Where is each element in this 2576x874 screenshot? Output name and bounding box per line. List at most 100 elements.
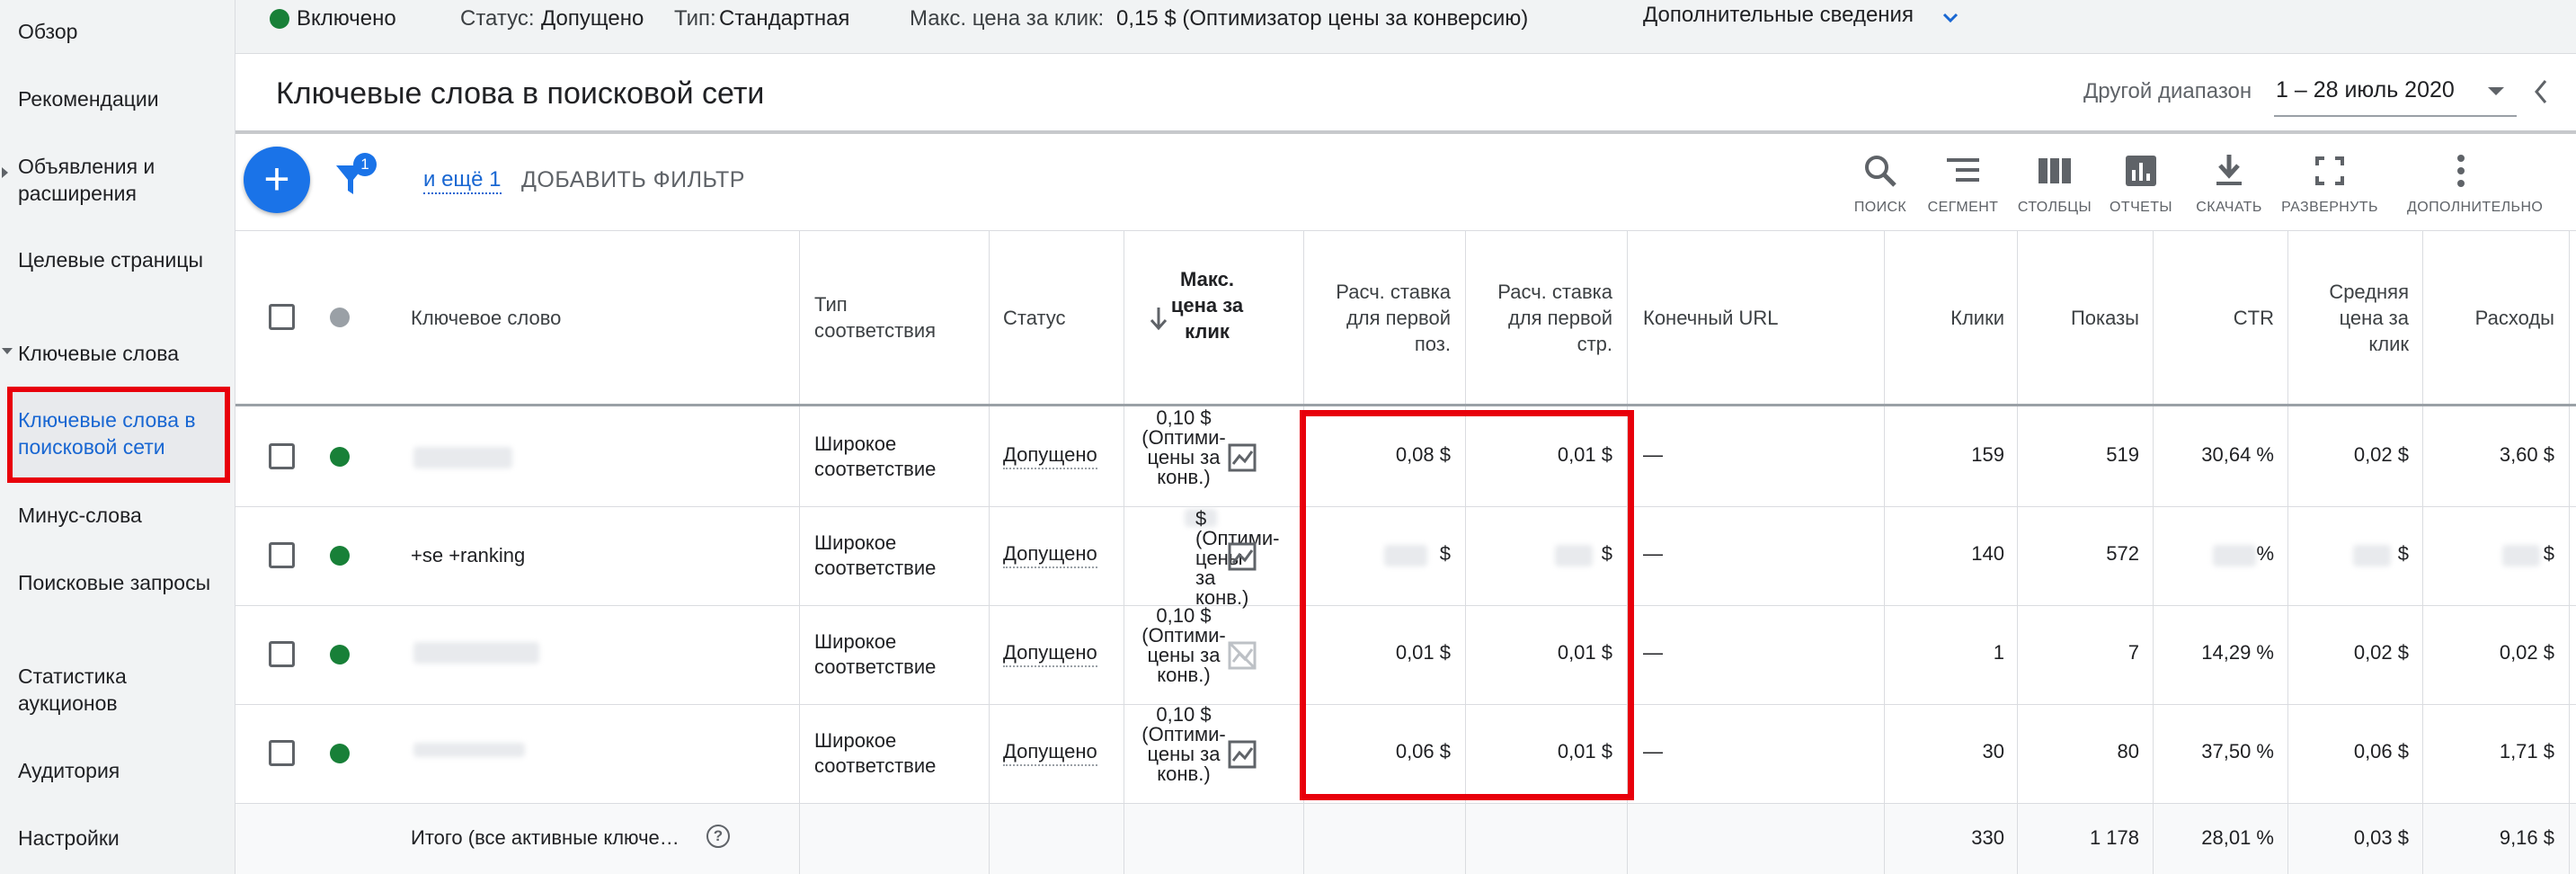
type-value: Стандартная <box>719 6 850 31</box>
status-cell: Допущено <box>1003 739 1097 766</box>
col-header-match-type[interactable]: Тип соответствия <box>814 291 949 343</box>
status-cell: Допущено <box>1003 541 1097 568</box>
sidebar-item-search-terms[interactable]: Поисковые запросы <box>18 569 225 596</box>
bid-strategy-chart-icon[interactable] <box>1227 739 1257 770</box>
sidebar-item-audiences[interactable]: Аудитория <box>18 757 225 784</box>
chevron-left-icon[interactable] <box>2527 76 2554 108</box>
avg-cpc-cell: 0,02 $ <box>2353 641 2409 664</box>
row-checkbox[interactable] <box>269 641 295 667</box>
total-clicks: 330 <box>1971 826 2004 849</box>
status-enabled-dot <box>270 9 289 29</box>
ctr-cell: 37,50 % <box>2201 740 2274 763</box>
page-title: Ключевые слова в поисковой сети <box>276 76 765 111</box>
sidebar-item-ads[interactable]: Объявления и расширения <box>18 153 225 207</box>
more-vert-icon <box>2457 155 2465 187</box>
col-header-first-page-bid[interactable]: Расч. ставка для первой стр. <box>1474 279 1612 357</box>
expand-tool[interactable]: РАЗВЕРНУТЬ <box>2276 151 2384 216</box>
final-url-cell: — <box>1643 740 1663 763</box>
status-header-dot <box>330 308 350 327</box>
sidebar-item-auction-insights[interactable]: Статистика аукционов <box>18 663 225 717</box>
col-header-max-cpc[interactable]: Макс. цена за клик <box>1168 266 1246 344</box>
clicks-cell: 1 <box>1993 641 2004 664</box>
sidebar-item-recommendations[interactable]: Рекомендации <box>18 85 225 112</box>
max-cpc-cell[interactable]: 0,10 $ (Оптими- цены за конв.) <box>1134 408 1233 487</box>
col-header-first-position-bid[interactable]: Расч. ставка для первой поз. <box>1314 279 1451 357</box>
col-header-clicks[interactable]: Клики <box>1896 305 2004 331</box>
col-header-ctr[interactable]: CTR <box>2166 305 2274 331</box>
impressions-cell: 7 <box>2127 641 2139 664</box>
final-url-cell: — <box>1643 542 1663 565</box>
status-dot <box>330 645 350 664</box>
col-header-cost[interactable]: Расходы <box>2436 305 2554 331</box>
final-url-cell: — <box>1643 641 1663 664</box>
bid-strategy-chart-icon[interactable] <box>1227 442 1257 473</box>
maxcpc-label: Макс. цена за клик: <box>910 6 1105 31</box>
status-dot <box>330 744 350 763</box>
col-header-final-url[interactable]: Конечный URL <box>1643 305 1779 331</box>
toolbar-divider <box>235 230 2576 231</box>
more-tool[interactable]: ДОПОЛНИТЕЛЬНО <box>2407 151 2543 216</box>
columns-icon <box>2039 158 2071 183</box>
total-label: Итого (все активные ключе… <box>411 826 680 849</box>
max-cpc-cell[interactable]: 0,10 $ (Оптими- цены за конв.) <box>1134 705 1233 784</box>
avg-cpc-cell: 0,06 $ <box>2353 740 2409 763</box>
max-cpc-cell[interactable]: 0,10 $ (Оптими- цены за конв.) <box>1134 606 1233 685</box>
col-header-avg-cpc[interactable]: Средняя цена за клик <box>2301 279 2409 357</box>
highlight-box-bid-estimates <box>1300 410 1634 800</box>
add-filter-button[interactable]: ДОБАВИТЬ ФИЛЬТР <box>521 167 745 192</box>
impressions-cell: 519 <box>2106 443 2139 466</box>
status-enabled[interactable]: Включено <box>297 5 396 32</box>
sidebar-item-overview[interactable]: Обзор <box>18 18 225 45</box>
status-value: Допущено <box>541 6 644 31</box>
row-checkbox[interactable] <box>269 542 295 568</box>
dropdown-caret-icon[interactable] <box>2488 87 2504 95</box>
avg-cpc-cell: $ <box>2397 542 2409 565</box>
fullscreen-icon <box>2315 156 2344 185</box>
chevron-down-icon[interactable] <box>1940 7 1961 29</box>
impressions-cell: 572 <box>2106 542 2139 565</box>
row-checkbox[interactable] <box>269 740 295 766</box>
status-cell: Допущено <box>1003 442 1097 469</box>
add-button[interactable]: + <box>244 147 310 213</box>
redacted-keyword <box>413 743 525 757</box>
segment-icon <box>1947 158 1979 182</box>
total-ctr: 28,01 % <box>2201 826 2274 849</box>
more-details-link[interactable]: Дополнительные сведения <box>1643 2 1914 29</box>
final-url-cell: — <box>1643 443 1663 466</box>
col-header-keyword[interactable]: Ключевое слово <box>411 305 561 331</box>
bid-strategy-disabled-icon[interactable] <box>1227 640 1257 671</box>
download-icon <box>2216 155 2242 185</box>
max-cpc-cell[interactable]: $ (Оптими- цены за конв.) <box>1134 509 1279 608</box>
status-cell: Допущено <box>1003 640 1097 667</box>
impressions-cell: 80 <box>2117 740 2139 763</box>
sidebar-item-keywords[interactable]: Ключевые слова <box>18 340 225 367</box>
more-filters-link[interactable]: и ещё 1 <box>423 167 502 194</box>
sort-arrow-down-icon[interactable] <box>1149 306 1168 331</box>
redacted-keyword <box>413 447 512 468</box>
match-type-cell: Широкое соответствие <box>814 531 937 579</box>
redacted-keyword <box>413 642 539 664</box>
keyword-cell[interactable]: +se +ranking <box>411 543 525 568</box>
sidebar-item-landing-pages[interactable]: Целевые страницы <box>18 246 225 273</box>
col-header-impressions[interactable]: Показы <box>2031 305 2139 331</box>
cost-cell: 0,02 $ <box>2499 641 2554 664</box>
ctr-cell: 30,64 % <box>2201 443 2274 466</box>
help-icon[interactable]: ? <box>706 825 730 848</box>
match-type-cell: Широкое соответствие <box>814 433 937 480</box>
bid-strategy-chart-icon[interactable] <box>1227 541 1257 572</box>
status-dot <box>330 546 350 566</box>
col-header-status[interactable]: Статус <box>1003 305 1066 331</box>
row-checkbox[interactable] <box>269 443 295 469</box>
chevron-down-icon <box>2 348 13 354</box>
ctr-cell: % <box>2256 542 2274 565</box>
date-range-label: Другой диапазон <box>2083 79 2252 103</box>
clicks-cell: 140 <box>1971 542 2004 565</box>
download-tool[interactable]: СКАЧАТЬ <box>2175 151 2283 216</box>
cost-cell: 3,60 $ <box>2499 443 2554 466</box>
match-type-cell: Широкое соответствие <box>814 630 937 678</box>
sidebar-item-settings[interactable]: Настройки <box>18 825 225 852</box>
select-all-checkbox[interactable] <box>269 304 295 330</box>
sidebar-item-negative-keywords[interactable]: Минус-слова <box>18 502 225 529</box>
date-range-select[interactable]: 1 – 28 июль 2020 <box>2276 77 2455 103</box>
status-dot <box>330 447 350 467</box>
